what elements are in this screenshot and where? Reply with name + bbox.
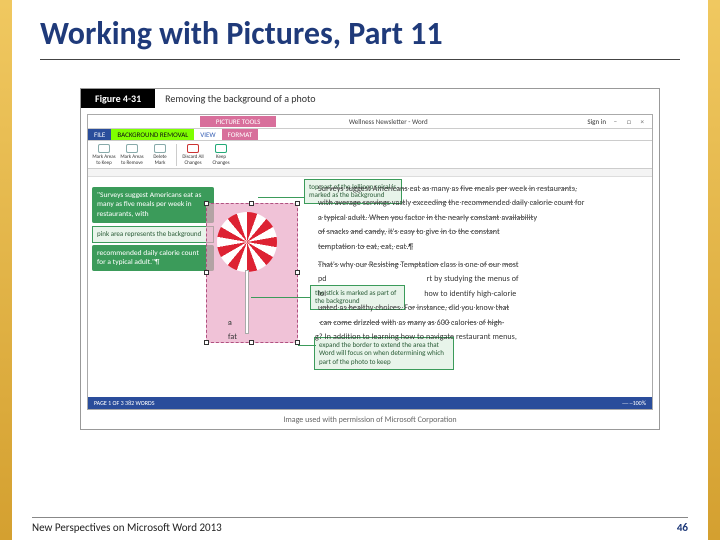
tab-format[interactable]: FORMAT [222, 129, 259, 140]
body-line: lolhow to identify high-calorie [318, 288, 644, 300]
status-bar: PAGE 1 OF 3 382 WORDS ── ─100% [88, 397, 652, 409]
word-window: PICTURE TOOLS Wellness Newsletter - Word… [87, 114, 653, 410]
ribbon: Mark Areas to Keep Mark Areas to Remove … [88, 141, 652, 169]
body-line: fatg? In addition to learning how to nav… [228, 331, 644, 343]
mark-areas-remove-button[interactable]: Mark Areas to Remove [120, 144, 144, 166]
slide-footer: New Perspectives on Microsoft Word 2013 … [32, 517, 688, 534]
tab-view[interactable]: VIEW [194, 129, 221, 140]
tab-background-removal[interactable]: BACKGROUND REMOVAL [111, 129, 194, 140]
figure-caption: Removing the background of a photo [155, 89, 325, 108]
sign-in-link[interactable]: Sign in [587, 117, 612, 126]
keep-changes-button[interactable]: Keep Changes [209, 144, 233, 166]
figure-header: Figure 4-31 Removing the background of a… [81, 89, 659, 108]
status-left: PAGE 1 OF 3 382 WORDS [94, 399, 154, 407]
body-line: of snacks and candy, it's easy to give i… [318, 226, 644, 238]
body-line: That's why our Resisting Temptation clas… [318, 259, 644, 271]
body-line: temptation to eat, eat, eat.¶ [318, 241, 644, 253]
footer-text: New Perspectives on Microsoft Word 2013 [32, 521, 222, 534]
discard-changes-button[interactable]: Discard All Changes [181, 144, 205, 166]
mark-areas-keep-button[interactable]: Mark Areas to Keep [92, 144, 116, 166]
pull-quote-top: "Surveys suggest Americans eat as many a… [92, 187, 214, 223]
left-column: "Surveys suggest Americans eat as many a… [88, 177, 218, 397]
title-area: Working with Pictures, Part 11 [0, 0, 720, 64]
resize-handle[interactable] [204, 340, 209, 345]
slide-title: Working with Pictures, Part 11 [40, 14, 680, 60]
resize-handle[interactable] [204, 201, 209, 206]
gold-border-left [0, 0, 12, 540]
status-right: ── ─100% [622, 399, 646, 407]
document-area: "Surveys suggest Americans eat as many a… [88, 177, 652, 397]
callout-pink-area: pink area represents the background [92, 226, 214, 242]
body-line: unted as healthy choices. For instance, … [318, 302, 644, 314]
gold-border-right [708, 0, 720, 540]
window-title: Wellness Newsletter - Word [276, 117, 500, 126]
body-line: pdrt by studying the menus of [318, 273, 644, 285]
window-controls[interactable]: – □ × [612, 117, 652, 126]
body-line: with average servings vastly exceeding t… [318, 197, 644, 209]
pull-quote-bottom: recommended daily calorie count for a ty… [92, 245, 214, 272]
ruler [88, 169, 652, 177]
window-titlebar: PICTURE TOOLS Wellness Newsletter - Word… [88, 115, 652, 129]
body-line: acan come drizzled with as many as 600 c… [228, 317, 644, 329]
ribbon-tabs: FILE BACKGROUND REMOVAL VIEW FORMAT [88, 129, 652, 141]
page-number: 46 [677, 521, 688, 534]
figure-number: Figure 4-31 [81, 89, 155, 108]
body-line: a typical adult. When you factor in the … [318, 212, 644, 224]
body-text: Surveys suggest Americans eat as many as… [222, 183, 644, 343]
right-column: Surveys suggest Americans eat as many as… [218, 177, 652, 397]
delete-mark-button[interactable]: Delete Mark [148, 144, 172, 166]
figure: Figure 4-31 Removing the background of a… [80, 88, 660, 430]
resize-handle[interactable] [204, 270, 209, 275]
tab-file[interactable]: FILE [88, 129, 111, 140]
picture-tools-label: PICTURE TOOLS [200, 116, 277, 127]
body-line: Surveys suggest Americans eat as many as… [318, 183, 644, 195]
figure-credit: Image used with permission of Microsoft … [81, 412, 659, 429]
